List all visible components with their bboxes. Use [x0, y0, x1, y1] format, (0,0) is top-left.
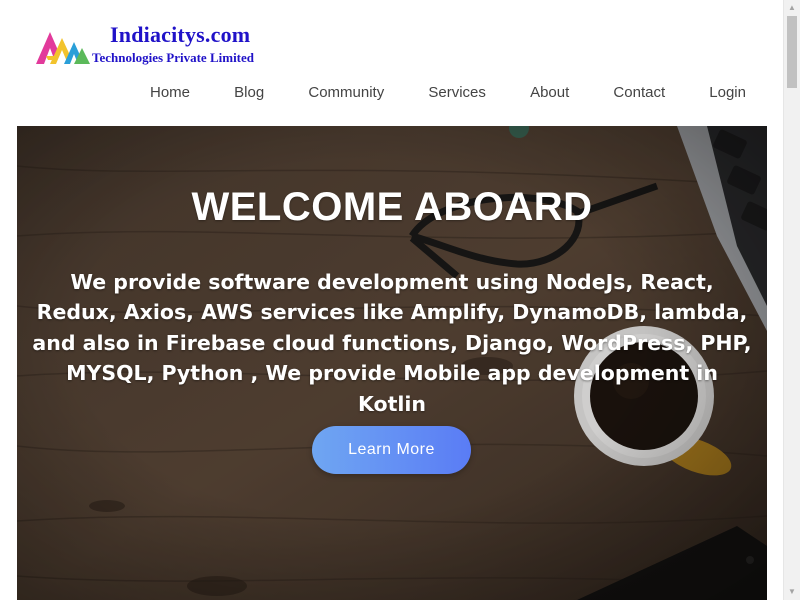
hero-description: We provide software development using No…: [32, 269, 752, 416]
logo-subtitle: Technologies Private Limited: [92, 50, 255, 65]
site-logo[interactable]: Indiacitys.com Technologies Private Limi…: [34, 22, 304, 70]
nav-item-contact[interactable]: Contact: [591, 82, 687, 104]
vertical-scrollbar[interactable]: ▲ ▼: [783, 0, 800, 600]
logo-mark-icon: [36, 32, 90, 64]
page: Indiacitys.com Technologies Private Limi…: [0, 0, 800, 600]
nav-item-about[interactable]: About: [508, 82, 591, 104]
nav-item-community[interactable]: Community: [286, 82, 406, 104]
nav-item-login[interactable]: Login: [687, 82, 768, 104]
main-nav: Home Blog Community Services About Conta…: [128, 82, 768, 104]
scroll-down-arrow-icon[interactable]: ▼: [784, 584, 800, 600]
hero-title: WELCOME ABOARD: [191, 184, 593, 229]
scroll-up-arrow-icon[interactable]: ▲: [784, 0, 800, 16]
hero-section: WELCOME ABOARD We provide software devel…: [17, 126, 767, 600]
nav-item-services[interactable]: Services: [406, 82, 508, 104]
scrollbar-thumb[interactable]: [787, 16, 797, 88]
logo-title: Indiacitys.com: [110, 22, 251, 47]
site-header: Indiacitys.com Technologies Private Limi…: [0, 0, 784, 126]
learn-more-button[interactable]: Learn More: [312, 426, 471, 474]
nav-item-home[interactable]: Home: [128, 82, 212, 104]
nav-item-blog[interactable]: Blog: [212, 82, 286, 104]
